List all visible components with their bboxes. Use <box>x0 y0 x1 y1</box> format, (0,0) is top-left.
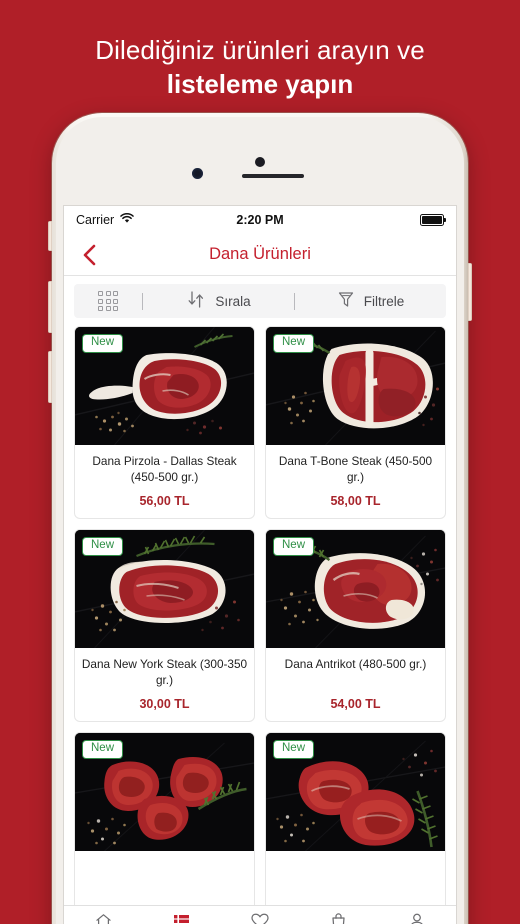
person-icon <box>409 913 425 924</box>
bag-icon <box>331 913 346 924</box>
navigation-bar: Dana Ürünleri <box>64 234 456 276</box>
status-bar-right <box>420 214 447 226</box>
home-icon <box>95 913 112 924</box>
product-title: Dana T-Bone Steak (450-500 gr.) <box>278 454 433 484</box>
list-icon <box>173 913 190 924</box>
new-badge: New <box>273 740 315 759</box>
product-image: New <box>266 327 445 445</box>
new-badge: New <box>82 334 124 353</box>
product-grid: New Dana Pirzola - Dallas Steak (450-500… <box>64 324 456 911</box>
back-button[interactable] <box>78 242 100 268</box>
sort-label: Sırala <box>215 293 251 309</box>
product-info <box>75 851 254 910</box>
earpiece-speaker-icon <box>242 174 304 178</box>
filter-button[interactable]: Filtrele <box>295 290 446 312</box>
promo-headline: Dilediğiniz ürünleri arayın ve listeleme… <box>0 34 520 100</box>
proximity-sensor-icon <box>192 168 203 179</box>
sort-filter-toolbar: Sırala Filtrele <box>74 284 446 318</box>
product-info: Dana Antrikot (480-500 gr.) 54,00 TL <box>266 648 445 721</box>
product-image: New <box>75 530 254 648</box>
status-bar-time: 2:20 PM <box>236 213 284 227</box>
product-title <box>81 860 248 892</box>
phone-screen: Carrier 2:20 PM Dana Ürünleri Sırala Fil… <box>64 206 456 924</box>
product-image: New <box>75 327 254 445</box>
front-camera-icon <box>255 157 265 167</box>
new-badge: New <box>273 537 315 556</box>
product-title <box>272 860 439 892</box>
grid-view-icon <box>98 291 118 311</box>
power-button[interactable] <box>468 263 472 321</box>
product-image: New <box>266 733 445 851</box>
heart-icon <box>251 913 269 924</box>
promo-line-2: listeleme yapın <box>166 69 354 100</box>
product-card[interactable]: New <box>265 732 446 911</box>
product-image: New <box>75 733 254 851</box>
product-price: 30,00 TL <box>139 697 190 711</box>
bottom-tab-bar: Anasayfa Kategoriler <box>64 905 456 924</box>
new-badge: New <box>273 334 315 353</box>
grid-view-button[interactable] <box>74 291 142 311</box>
product-title: Dana Pirzola - Dallas Steak (450-500 gr.… <box>92 454 237 484</box>
tab-hesabim[interactable]: Hesabım <box>378 913 456 924</box>
product-title: Dana Antrikot (480-500 gr.) <box>284 657 427 671</box>
product-card[interactable]: New Dana New York Steak (300-350 gr.) 30… <box>74 529 255 722</box>
phone-mockup: Carrier 2:20 PM Dana Ürünleri Sırala Fil… <box>48 113 472 924</box>
new-badge: New <box>82 740 124 759</box>
volume-up-button[interactable] <box>48 281 52 333</box>
product-info <box>266 851 445 910</box>
product-title: Dana New York Steak (300-350 gr.) <box>81 657 248 687</box>
product-price: 58,00 TL <box>330 494 381 508</box>
filter-label: Filtrele <box>363 293 405 309</box>
product-info: Dana Pirzola - Dallas Steak (450-500 gr.… <box>75 445 254 518</box>
product-image: New <box>266 530 445 648</box>
product-info: Dana T-Bone Steak (450-500 gr.) 58,00 TL <box>266 445 445 518</box>
silent-switch[interactable] <box>48 221 52 251</box>
funnel-icon <box>337 290 355 312</box>
product-price: 54,00 TL <box>330 697 381 711</box>
sort-button[interactable]: Sırala <box>143 290 294 312</box>
tab-anasayfa[interactable]: Anasayfa <box>64 913 142 924</box>
product-card[interactable]: New Dana T-Bone Steak (450-500 gr.) 58,0… <box>265 326 446 519</box>
page-title: Dana Ürünleri <box>209 245 311 263</box>
toolbar-container: Sırala Filtrele <box>64 276 456 324</box>
product-card[interactable]: New <box>74 732 255 911</box>
product-info: Dana New York Steak (300-350 gr.) 30,00 … <box>75 648 254 721</box>
promo-line-1: Dilediğiniz ürünleri arayın ve <box>95 35 425 65</box>
sort-arrows-icon <box>186 290 206 312</box>
product-card[interactable]: New Dana Pirzola - Dallas Steak (450-500… <box>74 326 255 519</box>
tab-kategoriler[interactable]: Kategoriler <box>142 913 220 924</box>
chevron-left-icon <box>83 244 96 265</box>
new-badge: New <box>82 537 124 556</box>
tab-favorilerim[interactable]: Favorilerim <box>221 913 299 924</box>
status-bar: Carrier 2:20 PM <box>64 206 456 234</box>
product-card[interactable]: New Dana Antrikot (480-500 gr.) 54,00 TL <box>265 529 446 722</box>
tab-sepetim[interactable]: Sepetim <box>299 913 377 924</box>
product-price: 56,00 TL <box>139 494 190 508</box>
battery-icon <box>420 214 447 226</box>
volume-down-button[interactable] <box>48 351 52 403</box>
